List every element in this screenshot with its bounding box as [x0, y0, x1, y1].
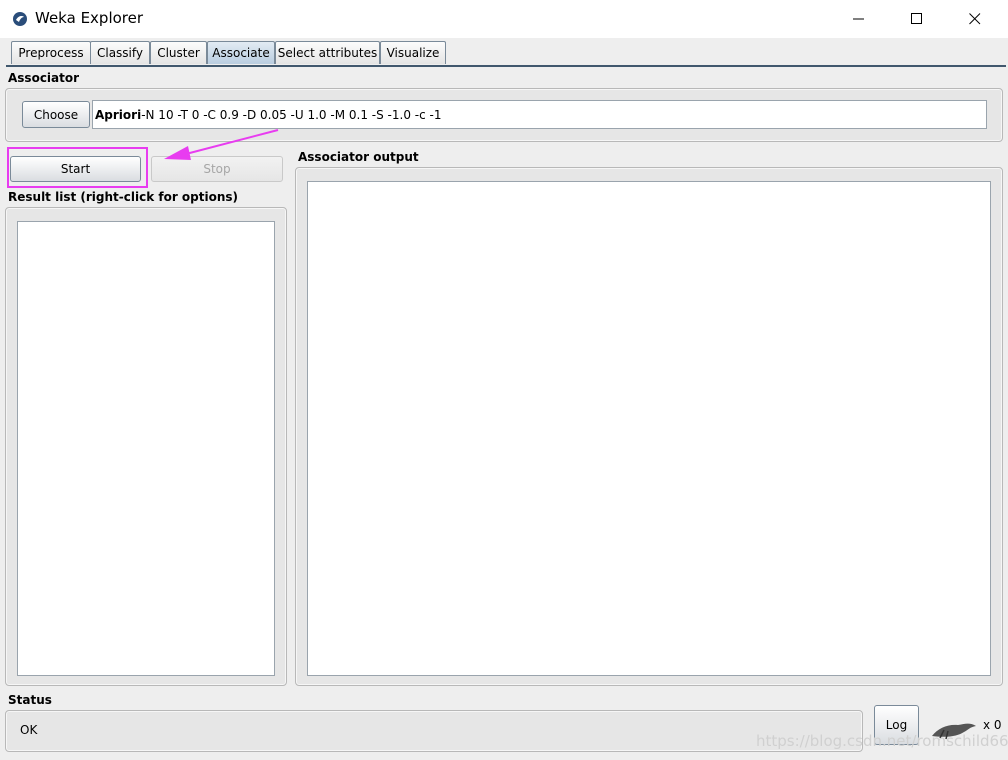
associator-section-label: Associator: [8, 71, 80, 85]
weka-bird-icon: [13, 12, 27, 26]
associator-output-text[interactable]: [307, 181, 991, 676]
start-button-highlight: [7, 147, 148, 188]
maximize-icon: [911, 13, 922, 24]
minimize-icon: [853, 18, 864, 20]
algorithm-options: -N 10 -T 0 -C 0.9 -D 0.05 -U 1.0 -M 0.1 …: [141, 107, 442, 122]
tab-strip: Preprocess Classify Cluster Associate Se…: [0, 38, 1008, 66]
tab-visualize[interactable]: Visualize: [380, 41, 446, 64]
watermark-text: https://blog.csdn.net/romschild666: [756, 732, 1008, 750]
annotation-arrow-icon: [164, 129, 279, 160]
status-panel: [5, 710, 863, 752]
tab-select-attributes[interactable]: Select attributes: [275, 41, 380, 64]
maximize-button[interactable]: [888, 0, 946, 38]
algorithm-name: Apriori: [95, 107, 142, 122]
task-count: x 0: [983, 718, 1002, 732]
close-icon: [969, 13, 981, 25]
tab-cluster[interactable]: Cluster: [150, 41, 207, 64]
status-label: Status: [8, 693, 52, 707]
title-bar: Weka Explorer: [0, 0, 1008, 38]
status-text: OK: [20, 723, 38, 737]
choose-button[interactable]: Choose: [22, 101, 90, 128]
window-title: Weka Explorer: [35, 9, 144, 27]
associator-output-label: Associator output: [298, 150, 419, 164]
result-list-label: Result list (right-click for options): [8, 190, 239, 204]
associator-config-field[interactable]: Apriori -N 10 -T 0 -C 0.9 -D 0.05 -U 1.0…: [92, 100, 987, 129]
minimize-button[interactable]: [830, 0, 888, 38]
close-button[interactable]: [946, 0, 1004, 38]
tab-classify[interactable]: Classify: [90, 41, 150, 64]
tab-divider: [6, 65, 1006, 67]
tab-preprocess[interactable]: Preprocess: [11, 41, 91, 64]
result-list[interactable]: [17, 221, 275, 676]
tab-associate[interactable]: Associate: [207, 41, 275, 64]
